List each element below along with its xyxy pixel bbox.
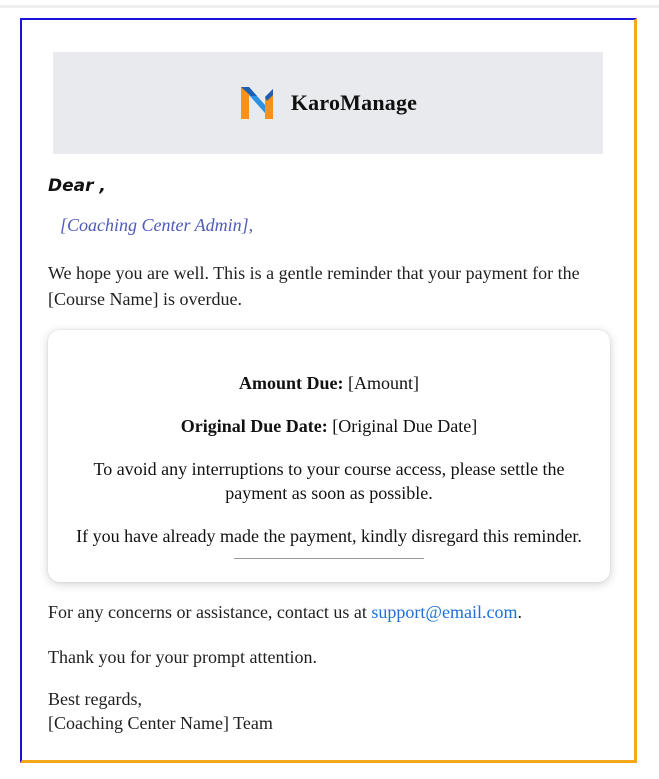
amount-due-row: Amount Due: [Amount] <box>48 371 610 395</box>
greeting-dear: Dear , <box>48 176 106 196</box>
due-date-row: Original Due Date: [Original Due Date] <box>48 414 610 438</box>
amount-due-value: [Amount] <box>348 373 419 393</box>
support-email-link[interactable]: support@email.com <box>371 602 517 622</box>
intro-paragraph: We hope you are well. This is a gentle r… <box>48 263 580 309</box>
interruption-notice: To avoid any interruptions to your cours… <box>93 459 565 503</box>
amount-due-label: Amount Due: <box>238 373 344 393</box>
closing-block: Best regards, [Coaching Center Name] Tea… <box>48 687 273 735</box>
contact-suffix: . <box>517 602 522 622</box>
brand-name: KaroManage <box>290 90 418 115</box>
recipient-name: [Coaching Center Admin], <box>60 215 254 235</box>
contact-prefix: For any concerns or assistance, contact … <box>48 602 367 622</box>
closing-signature: [Coaching Center Name] Team <box>48 713 273 733</box>
contact-line: For any concerns or assistance, contact … <box>48 600 522 624</box>
due-date-value: [Original Due Date] <box>332 416 478 436</box>
due-date-label: Original Due Date: <box>180 416 328 436</box>
closing-regards: Best regards, <box>48 689 142 709</box>
top-divider <box>0 5 659 8</box>
card-divider <box>234 558 424 559</box>
payment-details-card: Amount Due: [Amount] Original Due Date: … <box>48 330 610 582</box>
disregard-notice: If you have already made the payment, ki… <box>76 526 582 546</box>
thanks-line: Thank you for your prompt attention. <box>48 647 317 667</box>
karomanage-logo-icon <box>240 87 273 119</box>
email-header: KaroManage <box>53 52 603 154</box>
email-frame: KaroManage Dear , [Coaching Center Admin… <box>20 18 637 763</box>
